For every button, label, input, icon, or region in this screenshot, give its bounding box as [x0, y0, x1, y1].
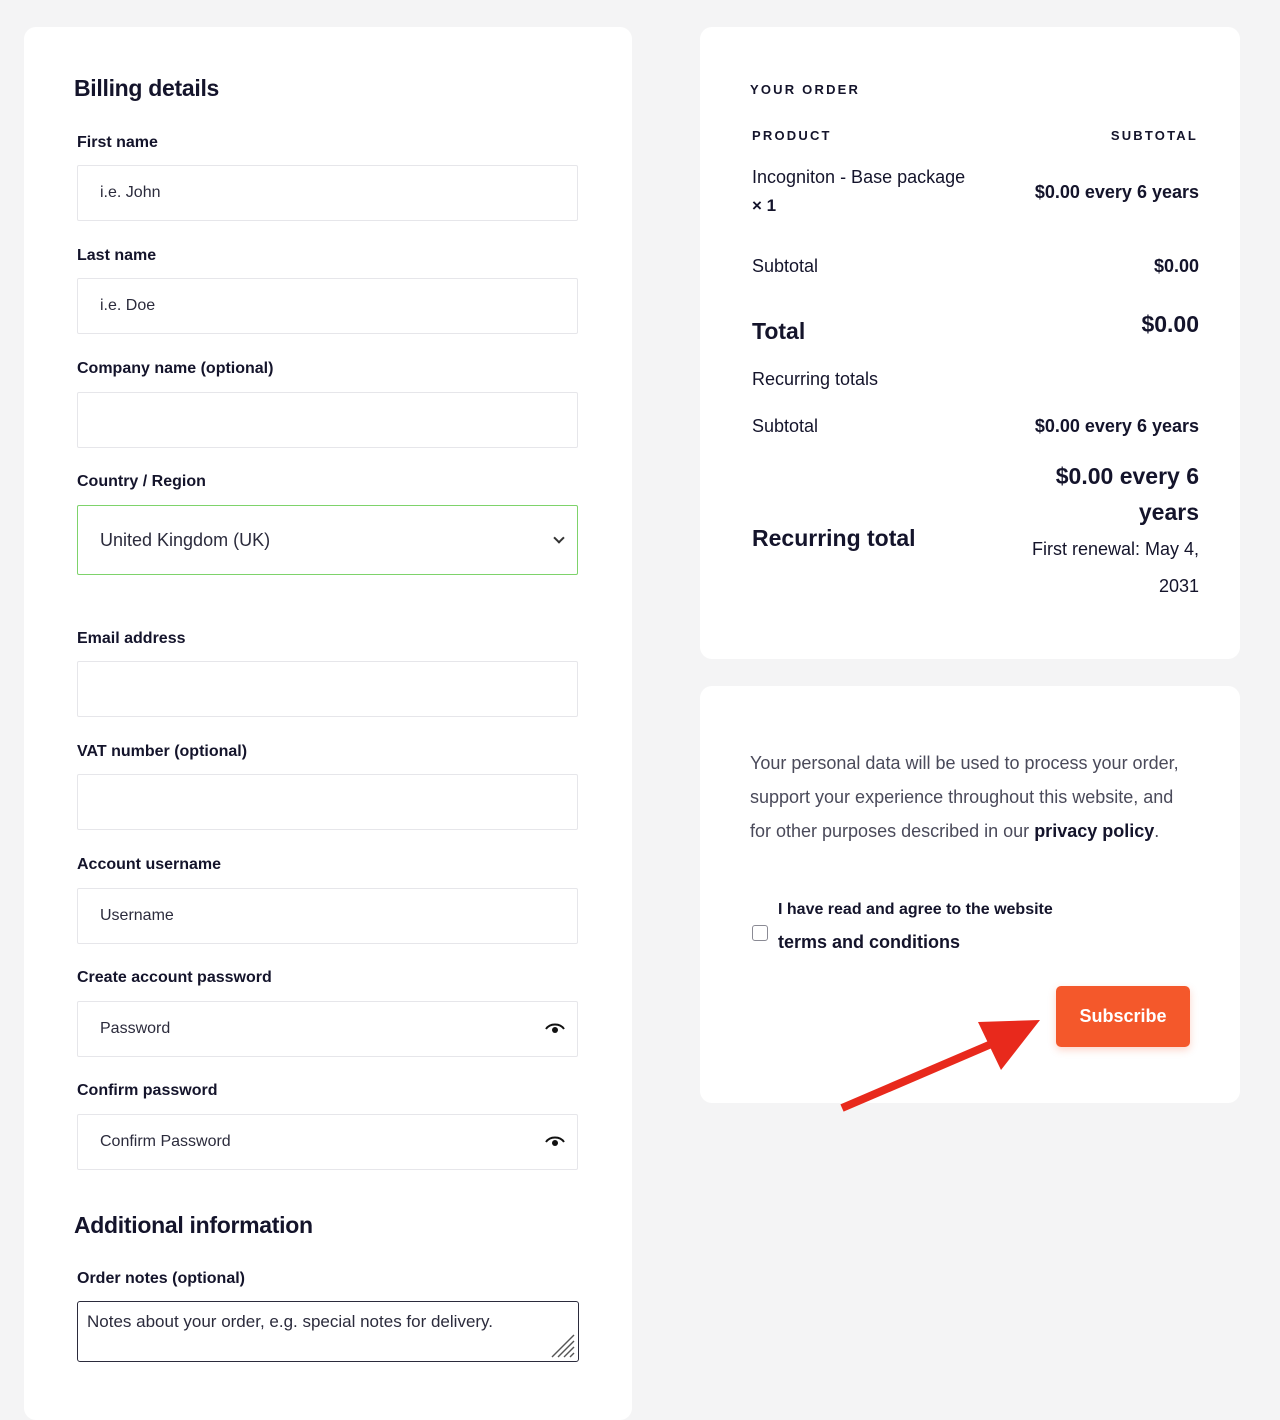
total-label: Total — [752, 318, 806, 344]
billing-title: Billing details — [74, 75, 220, 101]
last-name-label: Last name — [77, 247, 157, 264]
order-summary-card: YOUR ORDER PRODUCT SUBTOTAL Incogniton -… — [700, 27, 1240, 659]
privacy-period: . — [1154, 821, 1160, 841]
first-renewal-line2: 2031 — [1158, 576, 1199, 596]
total-value: $0.00 — [1141, 311, 1199, 337]
country-value: United Kingdom (UK) — [100, 529, 271, 550]
recurring-subtotal-value: $0.00 every 6 years — [1034, 416, 1199, 436]
order-notes-label: Order notes (optional) — [77, 1270, 245, 1287]
resize-handle-icon[interactable] — [548, 1331, 576, 1359]
confirm-password-field[interactable]: Confirm Password — [77, 1114, 578, 1170]
company-field[interactable] — [77, 392, 578, 448]
product-column-header: PRODUCT — [752, 128, 832, 143]
last-name-placeholder: i.e. Doe — [100, 297, 156, 314]
country-select[interactable]: United Kingdom (UK) — [77, 505, 578, 575]
password-placeholder: Password — [100, 1020, 171, 1037]
first-name-field[interactable]: i.e. John — [77, 165, 578, 221]
first-name-label: First name — [77, 134, 158, 151]
first-renewal-line1: First renewal: May 4, — [1031, 539, 1199, 559]
company-label: Company name (optional) — [77, 360, 274, 377]
subtotal-label: Subtotal — [752, 256, 819, 276]
eye-icon[interactable] — [545, 1023, 565, 1035]
terms-checkbox[interactable] — [752, 925, 768, 941]
additional-title: Additional information — [74, 1212, 313, 1238]
privacy-notice: Your personal data will be used to proce… — [750, 746, 1190, 848]
vat-field[interactable] — [77, 774, 578, 830]
subtotal-column-header: SUBTOTAL — [1110, 128, 1198, 143]
password-field[interactable]: Password — [77, 1001, 578, 1057]
recurring-total-label: Recurring total — [752, 525, 916, 551]
terms-agree-label: I have read and agree to the website ter… — [778, 900, 1108, 952]
recurring-total-value-line1: $0.00 every 6 — [1055, 463, 1199, 489]
order-title: YOUR ORDER — [750, 82, 861, 97]
recurring-subtotal-label: Subtotal — [752, 416, 819, 436]
terms-card: Your personal data will be used to proce… — [700, 686, 1240, 1103]
order-notes-placeholder: Notes about your order, e.g. special not… — [87, 1312, 494, 1331]
recurring-total-value-line2: years — [1138, 499, 1199, 525]
product-quantity: × 1 — [752, 196, 777, 215]
privacy-policy-link[interactable]: privacy policy — [1034, 821, 1154, 841]
username-label: Account username — [77, 856, 222, 873]
subtotal-value: $0.00 — [1153, 256, 1199, 276]
username-field[interactable]: Username — [77, 888, 578, 944]
last-name-field[interactable]: i.e. Doe — [77, 278, 578, 334]
eye-icon[interactable] — [545, 1136, 565, 1148]
chevron-down-icon — [553, 532, 565, 544]
password-label: Create account password — [77, 969, 272, 986]
confirm-password-placeholder: Confirm Password — [100, 1133, 231, 1150]
product-name: Incogniton - Base package — [752, 167, 966, 187]
recurring-totals-label: Recurring totals — [752, 369, 879, 389]
order-notes-textarea[interactable]: Notes about your order, e.g. special not… — [77, 1301, 579, 1362]
product-price: $0.00 every 6 years — [1034, 182, 1199, 202]
vat-label: VAT number (optional) — [77, 743, 248, 760]
country-label: Country / Region — [77, 473, 206, 490]
billing-card: Billing details First name i.e. John Las… — [24, 27, 632, 1420]
username-placeholder: Username — [100, 907, 174, 924]
subscribe-button[interactable]: Subscribe — [1056, 986, 1190, 1047]
agree-text: I have read and agree to the website — [778, 901, 1053, 918]
first-name-placeholder: i.e. John — [100, 184, 161, 201]
email-label: Email address — [77, 630, 186, 647]
terms-conditions-link[interactable]: terms and conditions — [778, 932, 1108, 952]
confirm-password-label: Confirm password — [77, 1082, 218, 1099]
email-field[interactable] — [77, 661, 578, 717]
